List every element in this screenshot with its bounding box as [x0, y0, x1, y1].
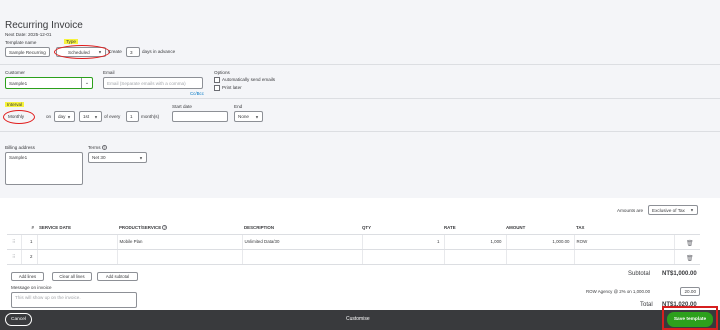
table-row[interactable]: ⠿ 2	[7, 249, 700, 265]
cell-service-date[interactable]	[37, 234, 118, 250]
column-header-product-service: PRODUCT/SERVICE ?	[117, 222, 242, 235]
checkbox-icon	[214, 77, 220, 83]
nth-select[interactable]: 1st ▼	[79, 111, 102, 122]
column-header-tax: TAX	[574, 222, 674, 235]
help-icon[interactable]: ?	[162, 225, 168, 231]
amounts-are-select[interactable]: Exclusive of Tax ▼	[648, 205, 698, 215]
start-date-input[interactable]	[172, 111, 228, 122]
template-name-label: Template name	[5, 40, 37, 45]
of-every-text: of every	[104, 114, 121, 119]
tax-line-label: ROW Agency @ 2% on 1,000.00	[586, 289, 651, 294]
cell-description[interactable]: Unlimited Data/30	[242, 234, 363, 250]
billing-address-label: Billing address	[5, 145, 35, 150]
column-header-amount: AMOUNT	[506, 222, 574, 235]
every-months-input[interactable]: 1	[126, 111, 139, 122]
tax-amount-input[interactable]: 20.00	[680, 287, 700, 296]
help-icon[interactable]: ?	[101, 145, 107, 150]
cell-rate[interactable]: 1,000	[444, 234, 507, 250]
cell-amount[interactable]	[506, 249, 575, 265]
annotation-circle-interval	[3, 110, 35, 124]
chevron-down-icon: ⌄	[81, 78, 92, 88]
row-number: 1	[21, 234, 38, 250]
chevron-down-icon: ▼	[255, 114, 259, 119]
cell-tax[interactable]	[574, 249, 675, 265]
customise-link[interactable]: Customise	[346, 316, 370, 322]
day-select[interactable]: day ▼	[54, 111, 75, 122]
chevron-down-icon: ▼	[94, 114, 98, 119]
end-select[interactable]: None ▼	[234, 111, 263, 122]
interval-label: Interval	[5, 102, 25, 107]
chevron-down-icon: ▼	[690, 207, 694, 213]
months-text: month(s)	[141, 114, 160, 119]
create-label: Create	[108, 49, 122, 54]
message-textarea[interactable]: This will show up on the invoice.	[11, 292, 137, 308]
trash-icon[interactable]: 🗑	[686, 255, 694, 262]
auto-send-checkbox[interactable]: Automatically send emails	[214, 77, 275, 83]
cell-product-service[interactable]	[117, 249, 243, 265]
template-name-input[interactable]: Sample Recurring	[5, 47, 50, 57]
days-in-advance-text: days in advance	[142, 49, 176, 54]
print-later-checkbox[interactable]: Print later	[214, 85, 242, 91]
divider	[0, 64, 720, 65]
actions-column-header	[674, 222, 700, 235]
subtotal-value: NT$1,000.00	[662, 271, 697, 277]
row-number: 2	[21, 249, 38, 265]
chevron-down-icon: ▼	[67, 114, 71, 119]
email-input[interactable]: Email (Separate emails with a comma)	[103, 77, 203, 89]
total-label: Total	[640, 302, 653, 308]
options-label: Options	[214, 70, 230, 75]
annotation-circle-type	[54, 45, 110, 59]
cell-description[interactable]	[242, 249, 363, 265]
create-days-input[interactable]: 3	[126, 47, 140, 57]
form-header-area	[0, 0, 720, 198]
column-header-qty: QTY	[362, 222, 444, 235]
cancel-button[interactable]: Cancel	[5, 313, 32, 326]
divider	[0, 131, 720, 132]
message-label: Message on invoice	[11, 285, 52, 290]
clear-all-lines-button[interactable]: Clear all lines	[52, 272, 92, 281]
chevron-down-icon: ▼	[139, 155, 143, 160]
cell-service-date[interactable]	[37, 249, 118, 265]
cell-qty[interactable]	[362, 249, 445, 265]
customer-select[interactable]: Sample1 ⌄	[5, 77, 93, 89]
cell-product-service[interactable]: Mobile Plan	[117, 234, 243, 250]
billing-address-textarea[interactable]: Sample1	[5, 152, 83, 185]
end-label: End	[234, 104, 243, 109]
column-header-number: #	[21, 222, 37, 235]
cc-bcc-link[interactable]: Cc/Bcc	[190, 91, 204, 96]
column-header-rate: RATE	[444, 222, 506, 235]
add-subtotal-button[interactable]: Add subtotal	[97, 272, 138, 281]
cell-amount[interactable]: 1,000.00	[506, 234, 575, 250]
terms-label: Terms ?	[88, 145, 107, 150]
cell-tax[interactable]: ROW	[574, 234, 675, 250]
cell-rate[interactable]	[444, 249, 507, 265]
customer-label: Customer	[5, 70, 25, 75]
annotation-box-save	[662, 306, 718, 330]
drag-handle-icon[interactable]: ⠿	[7, 249, 22, 265]
drag-column-header	[7, 222, 21, 235]
cell-qty[interactable]: 1	[362, 234, 445, 250]
table-header-row: # SERVICE DATE PRODUCT/SERVICE ? DESCRIP…	[7, 222, 700, 235]
type-label: Type	[64, 39, 78, 44]
line-items-table: # SERVICE DATE PRODUCT/SERVICE ? DESCRIP…	[7, 222, 700, 265]
terms-select[interactable]: Net 30 ▼	[88, 152, 147, 163]
divider	[0, 98, 720, 99]
on-text: on	[46, 114, 52, 119]
start-date-label: Start date	[172, 104, 192, 109]
add-lines-button[interactable]: Add lines	[11, 272, 44, 281]
column-header-description: DESCRIPTION	[242, 222, 362, 235]
amounts-are-label: Amounts are	[617, 208, 644, 213]
next-date: Next Date: 2025-12-01	[5, 32, 52, 37]
column-header-service-date: SERVICE DATE	[37, 222, 117, 235]
email-label: Email	[103, 70, 115, 75]
page-title: Recurring Invoice	[5, 20, 83, 31]
subtotal-label: Subtotal	[628, 271, 651, 277]
trash-icon[interactable]: 🗑	[686, 240, 694, 247]
drag-handle-icon[interactable]: ⠿	[7, 234, 22, 250]
checkbox-icon	[214, 85, 220, 91]
table-row[interactable]: ⠿ 1 Mobile Plan Unlimited Data/30 1 1,00…	[7, 234, 700, 250]
